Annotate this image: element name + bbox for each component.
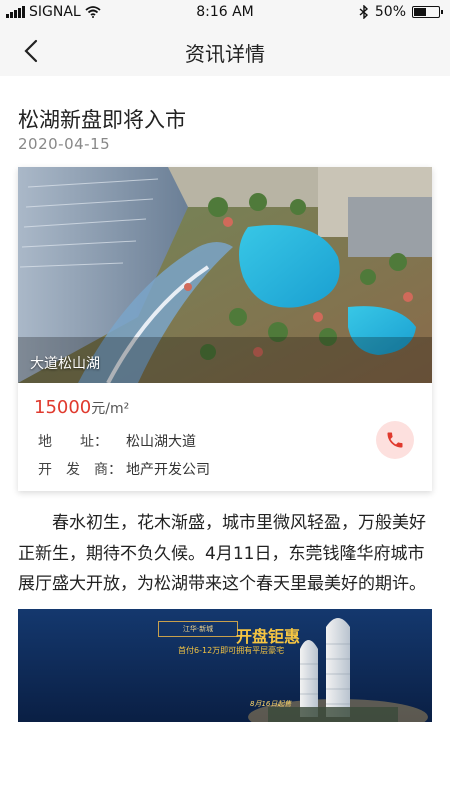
battery-icon	[412, 6, 443, 18]
bluetooth-icon	[359, 5, 368, 19]
developer-label: 开 发 商：	[38, 462, 122, 478]
property-image: 大道松山湖	[18, 167, 432, 383]
developer-value: 地产开发公司	[126, 462, 210, 478]
status-bar: SIGNAL 8:16 AM 50%	[0, 0, 450, 24]
price: 15000元/m²	[34, 397, 129, 418]
banner-headline: 开盘钜惠	[236, 627, 301, 646]
battery-fill	[414, 8, 426, 16]
article-title: 松湖新盘即将入市	[18, 108, 186, 132]
banner-logo: 江华·新城	[158, 621, 238, 637]
image-caption: 大道松山湖	[30, 356, 100, 372]
phone-icon	[387, 432, 403, 448]
banner-date: 8月16日起售	[250, 700, 292, 708]
status-right: 50%	[359, 4, 443, 20]
address-row: 地 址： 松山湖大道	[38, 431, 196, 451]
address-label: 地 址：	[38, 434, 108, 450]
battery-percent: 50%	[374, 4, 406, 20]
address-value: 松山湖大道	[126, 434, 196, 450]
price-unit: 元/m²	[91, 401, 130, 417]
price-value: 15000	[34, 397, 92, 418]
call-button[interactable]	[376, 421, 414, 459]
banner-subline: 首付6-12万即可拥有平层豪宅	[178, 646, 285, 655]
article-date: 2020-04-15	[18, 135, 111, 153]
nav-bar: 资讯详情	[0, 24, 450, 76]
page-title: 资讯详情	[185, 42, 265, 66]
property-rendering	[18, 167, 432, 383]
property-card[interactable]: 大道松山湖 15000元/m² 地 址： 松山湖大道 开 发 商： 地产开发公司	[18, 167, 432, 491]
developer-row: 开 发 商： 地产开发公司	[38, 459, 210, 479]
article-body: 春水初生，花木渐盛，城市里微风轻盈，万般美好正新生，期待不负久候。4月11日，东…	[18, 513, 426, 595]
promo-banner[interactable]: 江华·新城 开盘钜惠 首付6-12万即可拥有平层豪宅 8月16日起售	[18, 609, 432, 722]
